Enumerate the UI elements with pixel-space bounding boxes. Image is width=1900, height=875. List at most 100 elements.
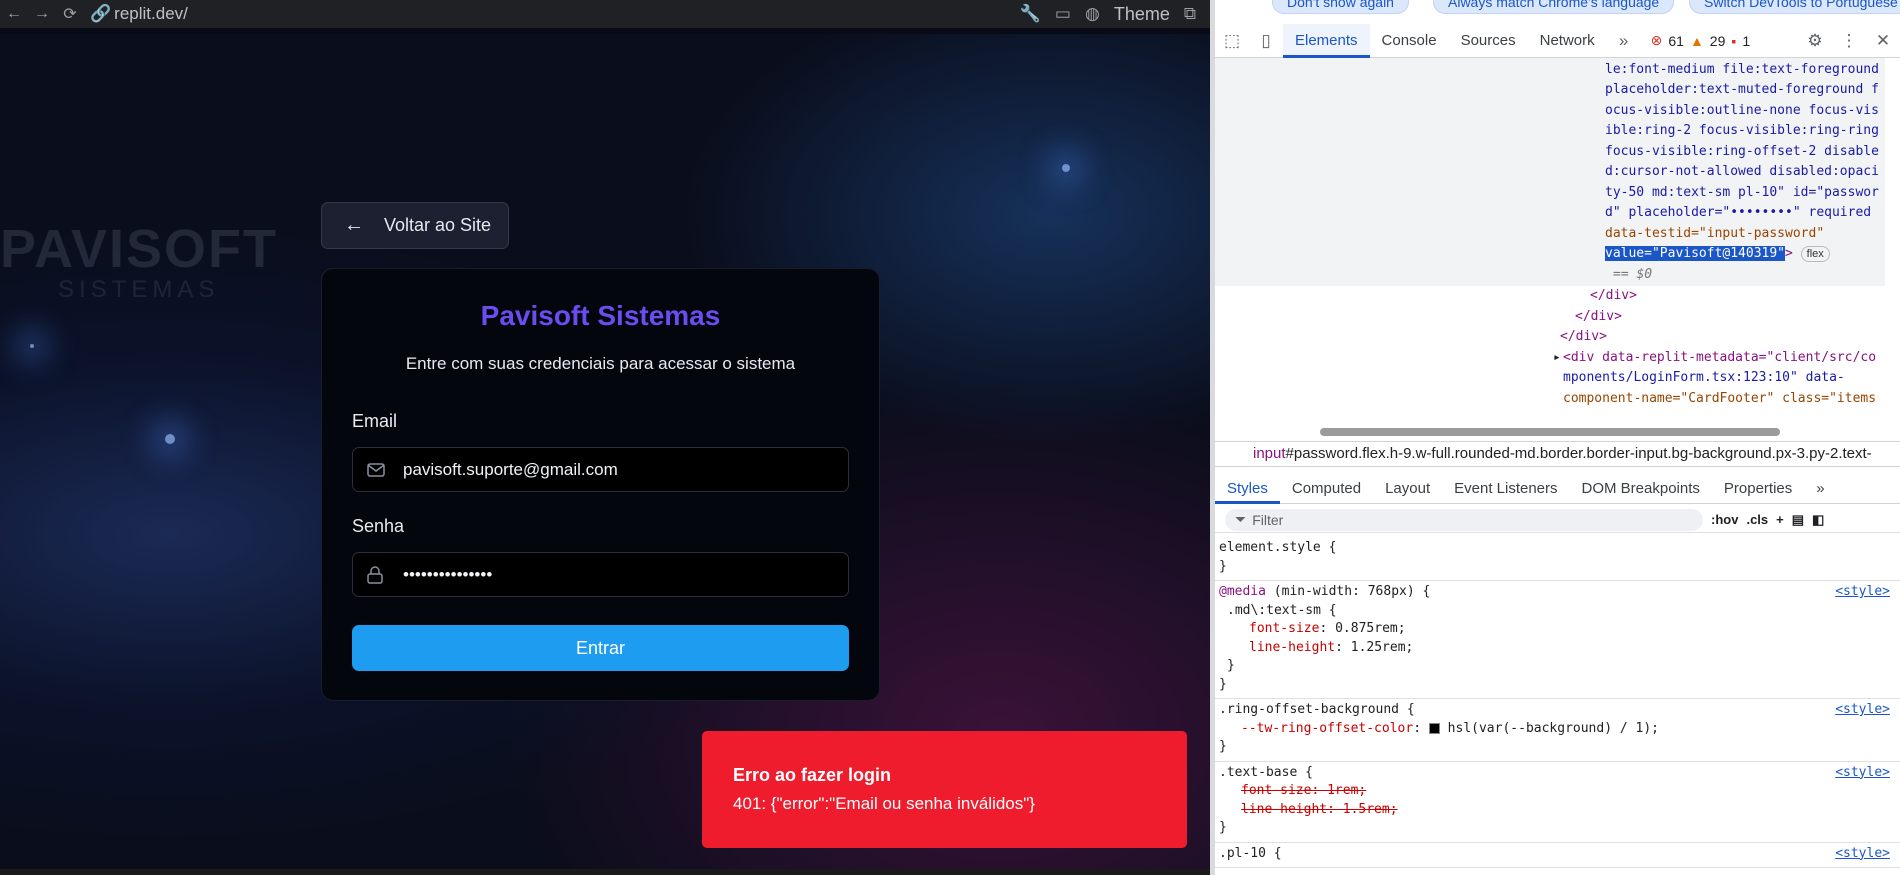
toast-title: Erro ao fazer login <box>733 765 892 785</box>
mail-icon <box>367 462 391 477</box>
devtools-tabs: ⬚ ▯ Elements Console Sources Network » ⊗… <box>1215 23 1900 58</box>
expand-triangle-icon[interactable]: ▸ <box>1553 348 1561 369</box>
rule-ring-offset: <style> .ring-offset-background { --tw-r… <box>1215 699 1900 762</box>
tab-computed[interactable]: Computed <box>1280 474 1373 504</box>
light-glow <box>1062 164 1070 172</box>
style-source-link[interactable]: <style> <box>1835 764 1890 783</box>
filter-icon: ⏷ <box>1235 511 1247 527</box>
light-glow <box>165 434 175 444</box>
close-icon[interactable]: ✕ <box>1866 31 1900 51</box>
more-tabs-icon[interactable]: » <box>1607 31 1641 51</box>
tab-properties[interactable]: Properties <box>1712 474 1804 504</box>
devtools-panel: Don't show again Always match Chrome's l… <box>1215 0 1900 875</box>
viewport-bottom-edge <box>0 869 1210 875</box>
cls-toggle[interactable]: .cls <box>1746 512 1768 527</box>
tab-console[interactable]: Console <box>1370 24 1449 58</box>
code-line[interactable]: <div data-replit-metadata="client/src/co <box>1563 348 1876 369</box>
back-arrow-icon[interactable]: ← <box>0 5 28 23</box>
rule-md-text-sm: <style> @media (min-width: 768px) { .md\… <box>1215 581 1900 699</box>
selected-value-attribute[interactable]: value="Pavisoft@140319" <box>1605 246 1786 261</box>
tab-styles[interactable]: Styles <box>1215 474 1280 504</box>
style-source-link[interactable]: <style> <box>1835 845 1890 864</box>
open-external-icon[interactable]: ⧉ <box>1184 4 1196 24</box>
code-line: ible:ring-2 focus-visible:ring-ring <box>1605 123 1879 138</box>
hov-toggle[interactable]: :hov <box>1711 512 1738 527</box>
add-rule-icon[interactable]: + <box>1776 512 1784 527</box>
flex-badge[interactable]: flex <box>1800 246 1830 262</box>
property-value[interactable]: 1.25rem; <box>1351 640 1414 655</box>
wrench-icon[interactable]: 🔧 <box>1020 4 1041 24</box>
issue-counts[interactable]: ⊗ 61 ▲ 29 ▪ 1 <box>1651 32 1751 49</box>
code-line: component-name="CardFooter" class="items <box>1563 391 1877 406</box>
url-text: replit.dev/ <box>114 4 188 23</box>
tab-elements[interactable]: Elements <box>1283 23 1370 58</box>
scrollbar-thumb[interactable] <box>1320 428 1780 436</box>
tab-network[interactable]: Network <box>1528 24 1607 58</box>
tab-sources[interactable]: Sources <box>1449 24 1528 58</box>
horizontal-scrollbar[interactable] <box>1215 425 1900 439</box>
media-condition: (min-width: 768px) { <box>1273 584 1431 599</box>
styles-tabs: Styles Computed Layout Event Listeners D… <box>1215 474 1900 504</box>
theme-button[interactable]: Theme <box>1114 4 1170 25</box>
match-language-button[interactable]: Always match Chrome's language <box>1433 0 1675 14</box>
rule-close: } <box>1219 558 1227 574</box>
property-name[interactable]: --tw-ring-offset-color <box>1241 721 1413 736</box>
palette-icon[interactable]: ◍ <box>1085 4 1100 24</box>
tab-dom-breakpoints[interactable]: DOM Breakpoints <box>1570 474 1712 504</box>
code-line: mponents/LoginForm.tsx:123:10" data- <box>1563 370 1845 385</box>
card-subtitle: Entre com suas credenciais para acessar … <box>405 354 796 373</box>
back-to-site-button[interactable]: ← Voltar ao Site <box>321 202 509 249</box>
property-name[interactable]: font-size <box>1249 621 1319 636</box>
overridden-property[interactable]: line-height: 1.5rem; <box>1219 801 1896 820</box>
breadcrumb-tag[interactable]: input <box>1253 445 1286 462</box>
reload-icon[interactable]: ⟳ <box>56 4 84 24</box>
style-source-link[interactable]: <style> <box>1835 583 1890 602</box>
password-label: Senha <box>352 516 405 536</box>
property-value[interactable]: hsl(var(--background) / 1); <box>1448 721 1659 736</box>
tab-layout[interactable]: Layout <box>1373 474 1442 504</box>
rule-selector: .text-base { <box>1219 764 1313 780</box>
breadcrumb-selector[interactable]: #password.flex.h-9.w-full.rounded-md.bor… <box>1286 445 1872 462</box>
address-bar: ← → ⟳ 🔗 replit.dev/ 🔧 ▭ ◍ Theme ⧉ <box>0 0 1210 28</box>
property-value[interactable]: 0.875rem; <box>1335 621 1405 636</box>
card-title: Pavisoft Sistemas <box>480 300 721 331</box>
property-name[interactable]: line-height <box>1249 640 1335 655</box>
code-line: d" placeholder="••••••••" required <box>1605 205 1872 220</box>
filter-input[interactable]: ⏷ Filter <box>1225 508 1703 531</box>
selected-attribute-line[interactable]: value="Pavisoft@140319"> flex <box>1605 244 1830 265</box>
back-to-site-label: Voltar ao Site <box>384 215 492 235</box>
more-vert-icon[interactable]: ⋮ <box>1832 31 1866 51</box>
style-source-link[interactable]: <style> <box>1835 701 1890 720</box>
issue-icon: ▪ <box>1731 32 1737 49</box>
code-line: data-testid="input-password" <box>1605 226 1825 241</box>
dont-show-again-button[interactable]: Don't show again <box>1272 0 1409 14</box>
rule-selector: .ring-offset-background { <box>1219 702 1415 717</box>
closing-div: </div> <box>1560 329 1607 344</box>
background-brand-sub: SISTEMAS <box>58 276 220 303</box>
password-field[interactable]: ••••••••••••••• <box>352 552 849 597</box>
switch-language-button[interactable]: Switch DevTools to Portuguese <box>1689 0 1900 14</box>
rule-pl-10: <style> .pl-10 { <box>1215 843 1900 868</box>
color-swatch[interactable] <box>1428 722 1440 734</box>
url-field[interactable]: 🔗 replit.dev/ <box>90 4 188 24</box>
inspect-icon[interactable]: ⬚ <box>1215 31 1249 51</box>
link-icon: 🔗 <box>90 4 112 23</box>
error-toast[interactable]: Erro ao fazer login 401: {"error":"Email… <box>702 731 1187 848</box>
more-tabs-icon[interactable]: » <box>1804 474 1836 504</box>
submit-button[interactable]: Entrar <box>352 625 849 671</box>
email-value: pavisoft.suporte@gmail.com <box>403 459 618 479</box>
tab-event-listeners[interactable]: Event Listeners <box>1442 474 1569 504</box>
warning-icon: ▲ <box>1689 32 1704 49</box>
email-field[interactable]: pavisoft.suporte@gmail.com <box>352 447 849 492</box>
settings-gear-icon[interactable]: ⚙ <box>1798 31 1832 51</box>
code-line: le:font-medium file:text-foreground <box>1605 62 1879 77</box>
sidebar-toggle-icon[interactable]: ◧ <box>1812 512 1824 528</box>
devices-icon[interactable]: ▭ <box>1055 4 1071 24</box>
paint-icon[interactable]: ▤ <box>1792 512 1804 528</box>
elements-tree: le:font-medium file:text-foreground plac… <box>1215 58 1900 426</box>
styles-filter-bar: ⏷ Filter :hov .cls + ▤ ◧ <box>1215 507 1900 533</box>
forward-arrow-icon[interactable]: → <box>28 5 56 23</box>
warning-count: 29 <box>1709 32 1726 49</box>
device-toolbar-icon[interactable]: ▯ <box>1249 31 1283 51</box>
overridden-property[interactable]: font-size: 1rem; <box>1219 782 1896 801</box>
